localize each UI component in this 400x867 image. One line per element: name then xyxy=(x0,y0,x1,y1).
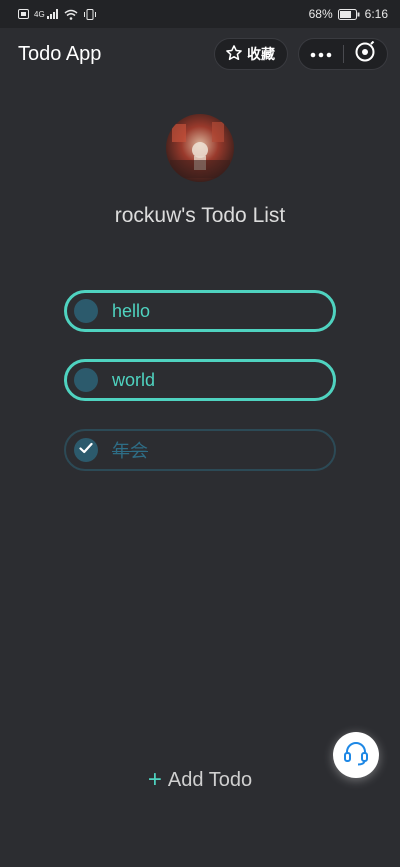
avatar xyxy=(166,114,234,182)
battery-percent: 68% xyxy=(308,7,333,21)
sim-icon xyxy=(18,9,29,19)
wifi-icon xyxy=(64,9,78,20)
more-icon xyxy=(310,45,332,63)
close-button[interactable] xyxy=(344,39,388,69)
status-left: 4G xyxy=(18,8,97,20)
more-button[interactable] xyxy=(299,39,343,69)
todo-item[interactable]: world xyxy=(64,359,336,401)
todo-checkbox[interactable] xyxy=(74,368,98,392)
list-title: rockuw's Todo List xyxy=(114,204,286,227)
vibrate-icon xyxy=(83,8,97,20)
app-header: Todo App 收藏 xyxy=(0,28,400,80)
network-type: 4G xyxy=(34,9,45,19)
battery-icon xyxy=(337,8,360,20)
support-button[interactable] xyxy=(333,732,379,778)
add-todo-label: Add Todo xyxy=(167,768,253,791)
favorite-label: 收藏 xyxy=(247,46,275,62)
status-right: 68% 6:16 xyxy=(309,7,388,21)
app-title: Todo App xyxy=(18,42,102,65)
headset-icon xyxy=(342,739,370,772)
header-actions: 收藏 xyxy=(214,38,388,70)
menu-capsule xyxy=(298,38,388,70)
todo-text: 年会 xyxy=(112,441,148,461)
favorite-button[interactable]: 收藏 xyxy=(214,38,288,70)
star-icon xyxy=(225,44,243,65)
close-icon xyxy=(354,40,376,68)
todo-checkbox-checked[interactable] xyxy=(74,438,98,462)
status-bar: 4G 68% 6:16 xyxy=(0,0,400,28)
todo-text: world xyxy=(112,369,156,390)
todo-checkbox[interactable] xyxy=(74,299,98,323)
todo-text: hello xyxy=(112,300,151,321)
plus-icon: + xyxy=(147,766,162,793)
todo-item[interactable]: hello xyxy=(64,290,336,332)
clock: 6:16 xyxy=(364,7,388,21)
signal-icon xyxy=(46,9,59,19)
checkmark-icon xyxy=(79,441,93,459)
todo-item-completed[interactable]: 年会 xyxy=(64,429,336,471)
